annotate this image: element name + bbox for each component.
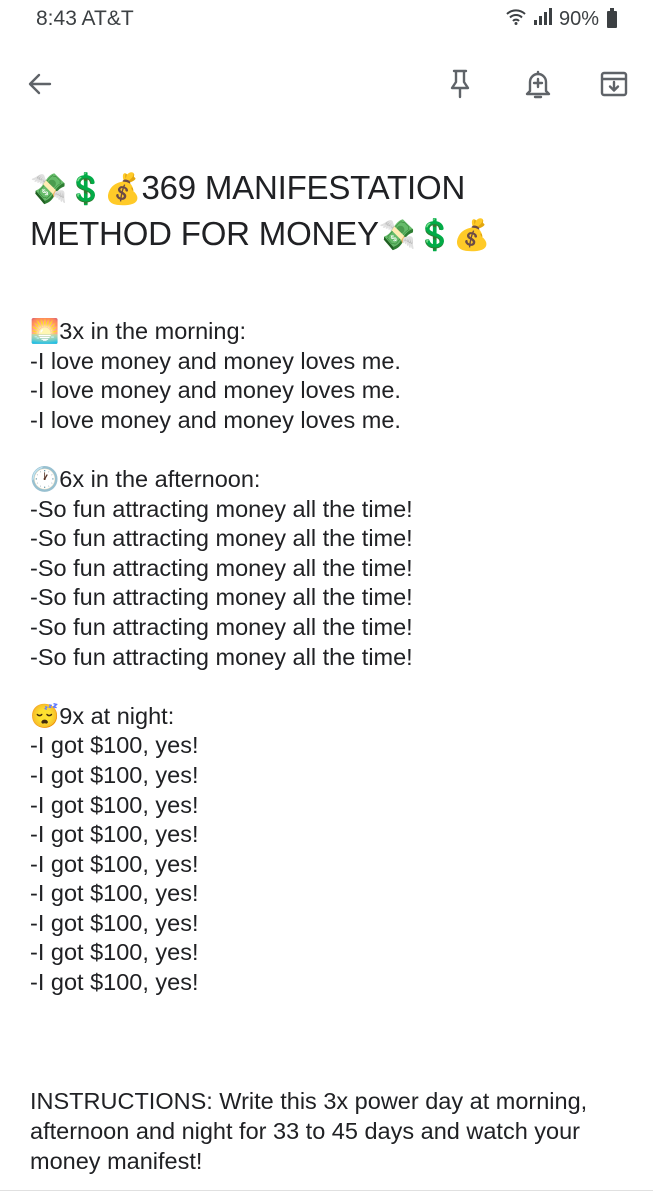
morning-section: 🌅3x in the morning: -I love money and mo… — [30, 317, 630, 435]
note-title: 💸💲💰369 MANIFESTATION METHOD FOR MONEY💸💲💰 — [30, 166, 630, 258]
status-indicators: 90% — [505, 7, 617, 31]
night-section: 😴9x at night: -I got $100, yes! -I got $… — [30, 702, 630, 998]
title-line-1: 💸💲💰369 MANIFESTATION — [30, 166, 630, 212]
status-time: 8:43 AT&T — [36, 7, 134, 30]
night-header: 😴9x at night: — [30, 702, 175, 729]
bottom-divider — [0, 1190, 653, 1191]
note-content[interactable]: 💸💲💰369 MANIFESTATION METHOD FOR MONEY💸💲💰… — [30, 166, 630, 1176]
list-item: -So fun attracting money all the time! — [30, 643, 413, 670]
list-item: -I got $100, yes! — [30, 909, 199, 936]
list-item: -So fun attracting money all the time! — [30, 525, 413, 552]
list-item: -I love money and money loves me. — [30, 347, 401, 374]
morning-header: 🌅3x in the morning: — [30, 318, 247, 344]
money-with-wings-icon: 💸 — [30, 173, 68, 206]
dollar-sign-icon: 💲 — [415, 219, 454, 252]
back-arrow-icon[interactable] — [20, 64, 60, 104]
list-item: -I love money and money loves me. — [30, 377, 401, 404]
list-item: -I love money and money loves me. — [30, 406, 401, 433]
list-item: -So fun attracting money all the time! — [30, 584, 413, 611]
title-text-2: METHOD FOR MONEY — [30, 215, 379, 252]
note-toolbar — [0, 58, 653, 110]
list-item: -I got $100, yes! — [30, 939, 199, 966]
money-bag-icon: 💰 — [453, 219, 491, 252]
afternoon-section: 🕐6x in the afternoon: -So fun attracting… — [30, 465, 630, 672]
afternoon-header: 🕐6x in the afternoon: — [30, 465, 261, 492]
list-item: -I got $100, yes! — [30, 791, 199, 818]
wifi-icon — [505, 7, 527, 31]
clock-icon: 🕐 — [30, 465, 60, 492]
pin-icon[interactable] — [440, 64, 480, 104]
signal-icon — [533, 7, 553, 31]
title-text-1: 369 MANIFESTATION — [141, 169, 466, 206]
battery-percent: 90% — [558, 7, 599, 30]
instructions-text: INSTRUCTIONS: Write this 3x power day at… — [30, 1088, 588, 1175]
list-item: -I got $100, yes! — [30, 969, 199, 996]
reminder-icon[interactable] — [518, 64, 558, 104]
list-item: -I got $100, yes! — [30, 761, 199, 788]
list-item: -I got $100, yes! — [30, 732, 199, 759]
sleeping-face-icon: 😴 — [30, 702, 60, 729]
list-item: -I got $100, yes! — [30, 880, 199, 907]
list-item: -So fun attracting money all the time! — [30, 495, 413, 522]
list-item: -So fun attracting money all the time! — [30, 554, 413, 581]
sunrise-icon: 🌅 — [30, 318, 60, 344]
title-line-2: METHOD FOR MONEY💸💲💰 — [30, 212, 630, 258]
money-bag-icon: 💰 — [104, 173, 142, 206]
list-item: -I got $100, yes! — [30, 850, 199, 877]
note-body: 🌅3x in the morning: -I love money and mo… — [30, 317, 630, 1176]
list-item: -So fun attracting money all the time! — [30, 613, 413, 640]
list-item: -I got $100, yes! — [30, 821, 199, 848]
dollar-sign-icon: 💲 — [67, 173, 105, 206]
money-with-wings-icon: 💸 — [378, 219, 416, 252]
battery-icon — [607, 7, 617, 28]
archive-icon[interactable] — [594, 64, 634, 104]
status-bar: 8:43 AT&T 90% — [0, 0, 653, 40]
